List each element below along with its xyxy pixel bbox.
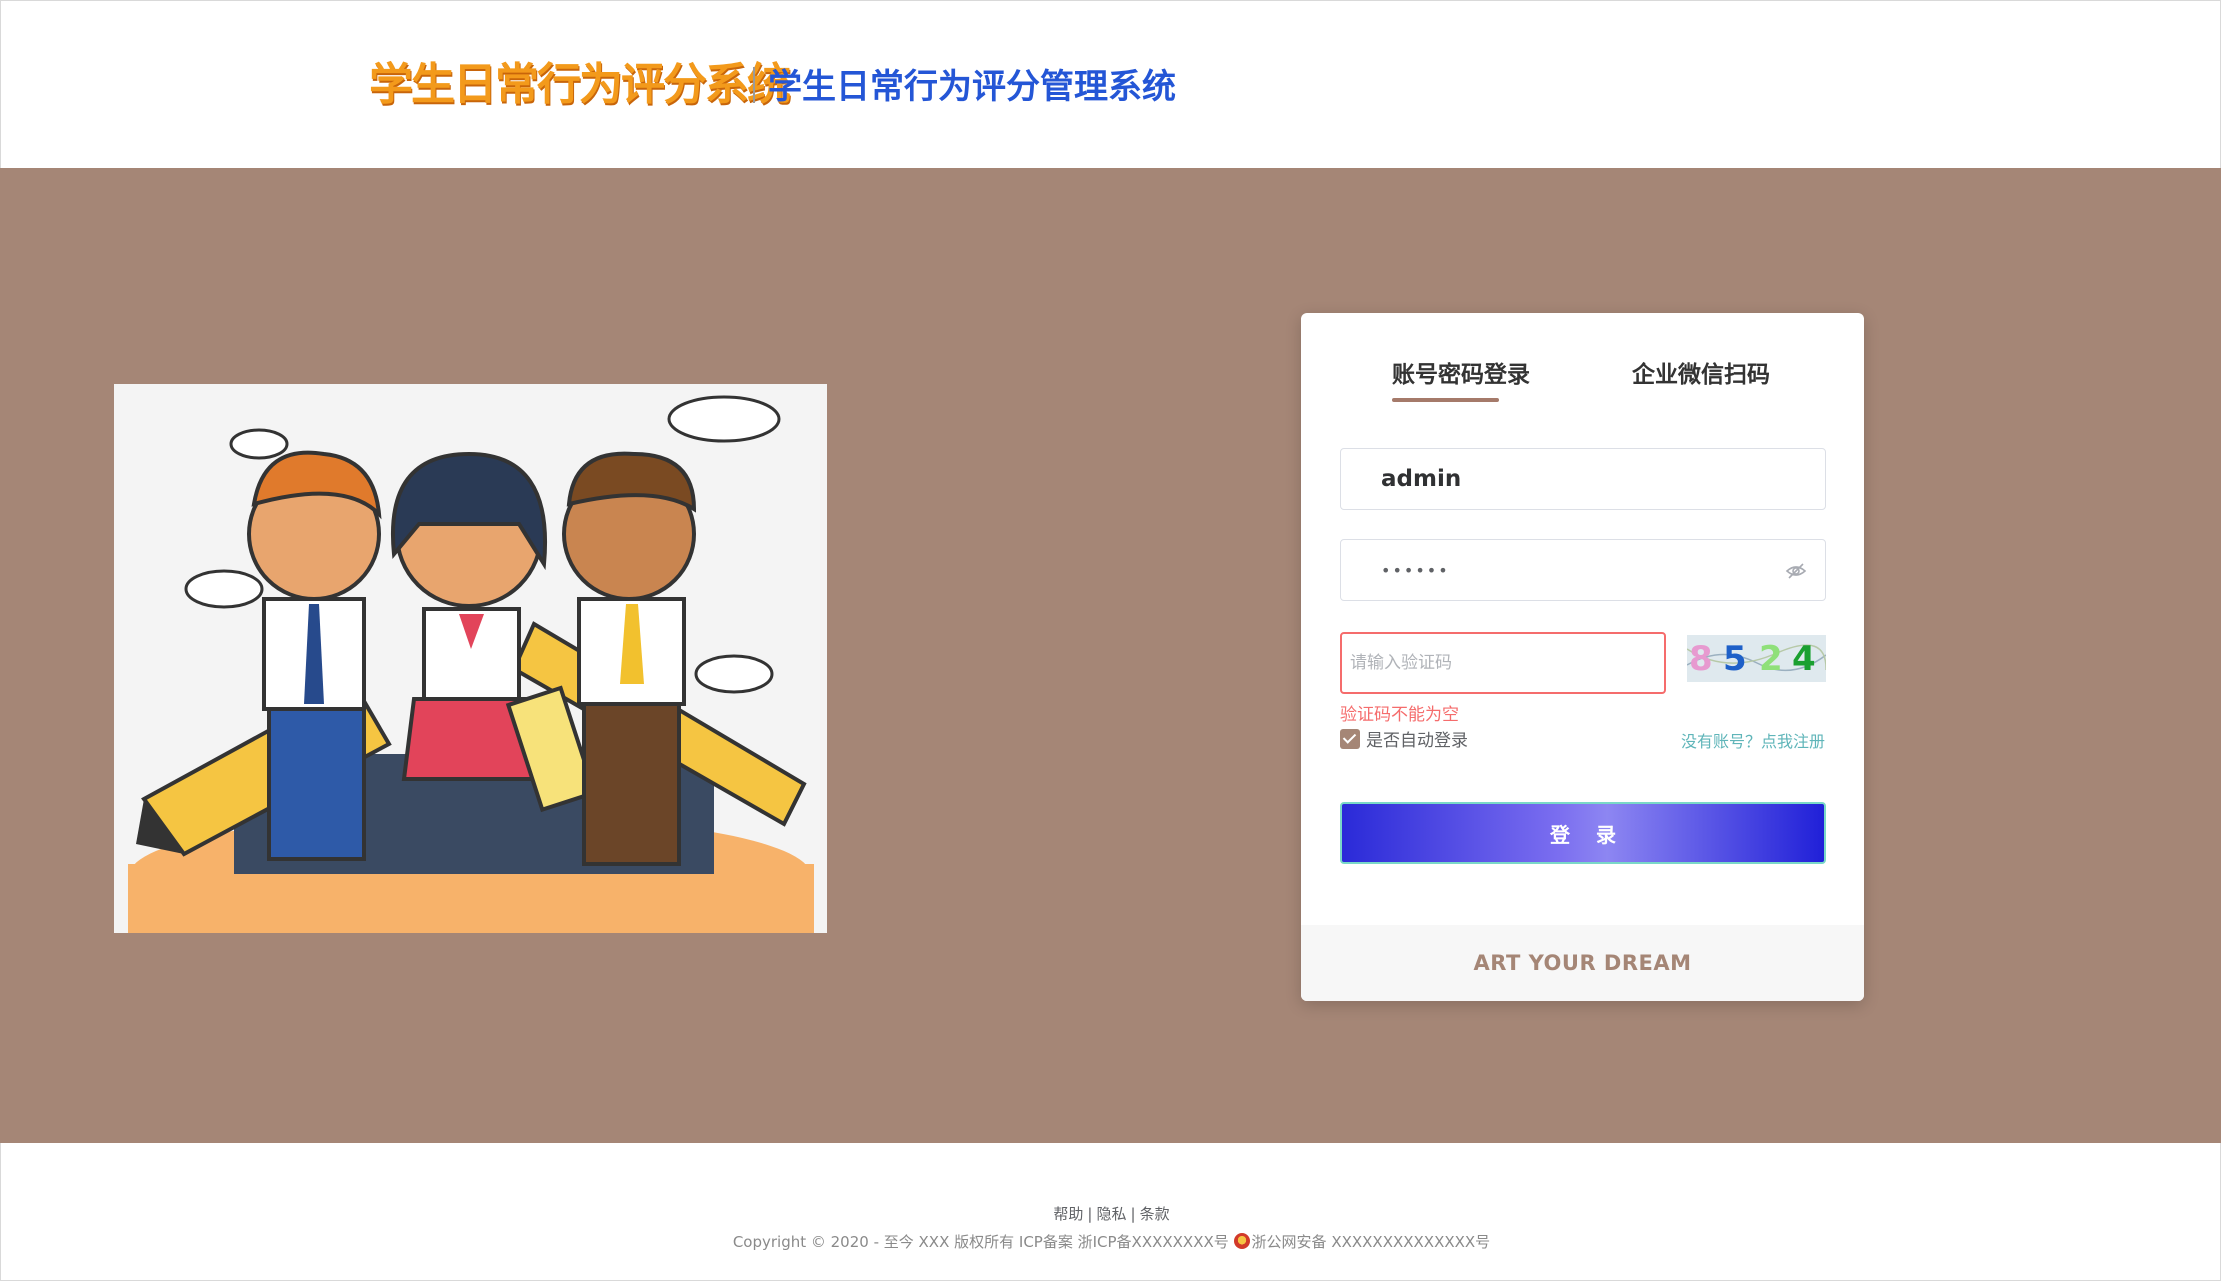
password-field-wrapper — [1340, 539, 1826, 601]
captcha-input[interactable] — [1350, 634, 1650, 692]
tab-account-login[interactable]: 账号密码登录 — [1392, 355, 1530, 389]
login-button[interactable]: 登录 — [1340, 802, 1826, 864]
auto-login-label: 是否自动登录 — [1366, 731, 1468, 751]
active-tab-indicator — [1392, 398, 1499, 402]
system-title: 学生日常行为评分管理系统 — [768, 67, 1176, 107]
captcha-char-1: 8 — [1689, 639, 1713, 679]
students-illustration — [114, 384, 827, 933]
logo: 学生日常行为评分系统 — [369, 59, 791, 110]
username-field-wrapper — [1340, 448, 1826, 510]
captcha-field-wrapper — [1340, 632, 1666, 694]
checkbox-checked-icon[interactable] — [1340, 728, 1360, 749]
password-input[interactable] — [1381, 540, 1781, 600]
captcha-error-message: 验证码不能为空 — [1340, 705, 1459, 725]
captcha-image[interactable]: 8 5 2 4 — [1687, 635, 1826, 682]
captcha-char-4: 4 — [1792, 639, 1816, 679]
captcha-char-3: 2 — [1759, 639, 1783, 679]
footer-links: 帮助 | 隐私 | 条款 — [1053, 1205, 1170, 1223]
police-record-text: 浙公网安备 XXXXXXXXXXXXXX号 — [1251, 1233, 1491, 1251]
card-footer: ART YOUR DREAM — [1301, 925, 1864, 1001]
eye-off-icon[interactable] — [1785, 560, 1807, 582]
terms-link[interactable]: 条款 — [1140, 1205, 1170, 1223]
help-link[interactable]: 帮助 — [1053, 1205, 1083, 1223]
username-input[interactable] — [1381, 449, 1781, 509]
privacy-link[interactable]: 隐私 — [1096, 1205, 1126, 1223]
page-footer: 帮助 | 隐私 | 条款 Copyright © 2020 - 至今 XXX 版权所有 … — [0, 1143, 2221, 1281]
copyright-text: Copyright © 2020 - 至今 XXX 版权所有 ICP备案 浙IC… — [732, 1233, 1229, 1251]
register-link[interactable]: 没有账号？点我注册 — [1681, 728, 1825, 752]
page-header: 学生日常行为评分系统 学生日常行为评分管理系统 — [0, 0, 2221, 168]
police-badge-icon — [1233, 1233, 1250, 1249]
tab-wechat-scan[interactable]: 企业微信扫码 — [1632, 355, 1770, 389]
header-divider — [753, 67, 755, 103]
auto-login-checkbox[interactable]: 是否自动登录 — [1340, 726, 1468, 751]
login-card: 账号密码登录 企业微信扫码 8 5 — [1301, 313, 1864, 1001]
slogan: ART YOUR DREAM — [1473, 951, 1692, 975]
captcha-char-2: 5 — [1723, 639, 1747, 679]
copyright: Copyright © 2020 - 至今 XXX 版权所有 ICP备案 浙IC… — [1, 1231, 2221, 1252]
main-band: 账号密码登录 企业微信扫码 8 5 — [0, 168, 2221, 1143]
